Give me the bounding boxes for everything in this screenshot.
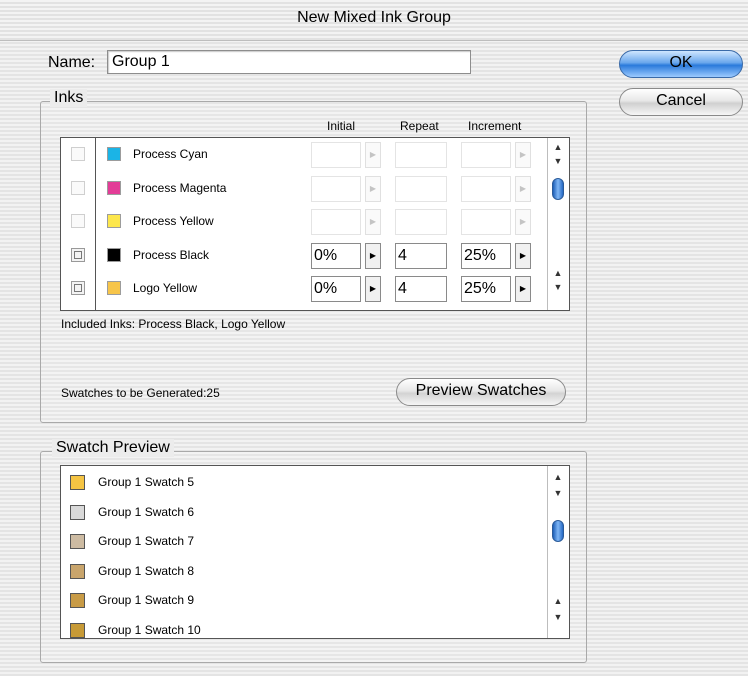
initial-stepper-icon[interactable]: ▶ — [365, 142, 381, 168]
increment-stepper-icon[interactable]: ▶ — [515, 209, 531, 235]
scroll-up-arrow-bottom-icon[interactable]: ▲ — [548, 266, 568, 280]
increment-stepper-icon[interactable]: ▶ — [515, 142, 531, 168]
initial-field[interactable] — [311, 209, 361, 235]
initial-stepper-icon[interactable]: ▶ — [365, 175, 381, 202]
initial-field[interactable] — [311, 175, 361, 202]
scroll-down-arrow-icon[interactable]: ▼ — [548, 154, 568, 168]
col-head-increment: Increment — [468, 119, 522, 133]
include-ink-toggle[interactable] — [71, 147, 85, 161]
include-ink-toggle[interactable] — [71, 247, 85, 262]
swatch-color-chip — [70, 622, 85, 638]
swatch-name: Group 1 Swatch 8 — [98, 563, 195, 578]
swatch-color-chip — [70, 563, 85, 579]
initial-stepper-icon[interactable]: ▶ — [365, 209, 381, 235]
repeat-field[interactable] — [395, 142, 447, 168]
scroll-down-arrow-bottom-icon[interactable]: ▼ — [548, 610, 568, 624]
ink-color-swatch — [107, 281, 121, 295]
swatch-preview-title: Swatch Preview — [52, 439, 174, 457]
ink-color-swatch — [107, 180, 121, 195]
ink-row[interactable]: Process Magenta ▶ ▶ — [61, 172, 547, 205]
swatch-name: Group 1 Swatch 6 — [98, 504, 195, 519]
scroll-thumb[interactable] — [552, 178, 564, 200]
name-input[interactable] — [107, 50, 471, 74]
ink-list: Process Cyan ▶ ▶ Process Magenta ▶ ▶ Process Y… — [60, 137, 570, 311]
increment-stepper-icon[interactable]: ▶ — [515, 276, 531, 302]
repeat-field[interactable] — [395, 175, 447, 202]
include-ink-toggle[interactable] — [71, 214, 85, 228]
ink-row[interactable]: Process Cyan ▶ ▶ — [61, 138, 547, 171]
scroll-up-arrow-bottom-icon[interactable]: ▲ — [548, 594, 568, 608]
include-ink-toggle[interactable] — [71, 180, 85, 195]
swatch-list-item[interactable]: Group 1 Swatch 9 — [61, 586, 547, 616]
increment-field[interactable] — [461, 175, 511, 202]
col-head-repeat: Repeat — [400, 119, 439, 133]
ink-name: Logo Yellow — [133, 281, 198, 295]
increment-field[interactable]: 25% — [461, 242, 511, 269]
scroll-up-arrow-icon[interactable]: ▲ — [548, 140, 568, 154]
swatch-list-item[interactable]: Group 1 Swatch 10 — [61, 616, 547, 639]
ink-color-swatch — [107, 147, 121, 161]
scroll-thumb[interactable] — [552, 520, 564, 542]
initial-field[interactable] — [311, 142, 361, 168]
ink-color-swatch — [107, 214, 121, 228]
preview-swatches-button[interactable]: Preview Swatches — [396, 378, 566, 406]
initial-field[interactable]: 0% — [311, 276, 361, 302]
ink-color-swatch — [107, 247, 121, 262]
swatch-list-item[interactable]: Group 1 Swatch 5 — [61, 468, 547, 498]
inks-group-title: Inks — [50, 89, 88, 107]
ink-name: Process Yellow — [133, 214, 214, 228]
swatch-color-chip — [70, 593, 85, 608]
preview-list-scrollbar[interactable]: ▲ ▼ ▲ ▼ — [547, 466, 568, 638]
swatch-color-chip — [70, 475, 85, 490]
scroll-down-arrow-icon[interactable]: ▼ — [548, 486, 568, 500]
initial-field[interactable]: 0% — [311, 242, 361, 269]
increment-field[interactable] — [461, 209, 511, 235]
cancel-button[interactable]: Cancel — [619, 88, 743, 116]
initial-stepper-icon[interactable]: ▶ — [365, 276, 381, 302]
increment-stepper-icon[interactable]: ▶ — [515, 242, 531, 269]
dialog-window: New Mixed Ink Group Name: OK Cancel Inks… — [0, 0, 748, 676]
swatch-color-chip — [70, 504, 85, 520]
initial-stepper-icon[interactable]: ▶ — [365, 242, 381, 269]
included-inks-text: Included Inks: Process Black, Logo Yello… — [61, 317, 286, 331]
swatch-list-item[interactable]: Group 1 Swatch 8 — [61, 557, 547, 587]
swatches-generated-text: Swatches to be Generated:25 — [61, 386, 220, 400]
title-bar[interactable]: New Mixed Ink Group — [0, 0, 748, 41]
increment-stepper-icon[interactable]: ▶ — [515, 175, 531, 202]
increment-field[interactable] — [461, 142, 511, 168]
scroll-down-arrow-bottom-icon[interactable]: ▼ — [548, 280, 568, 294]
include-ink-toggle[interactable] — [71, 281, 85, 295]
ink-row[interactable]: Process Yellow ▶ ▶ — [61, 205, 547, 238]
swatch-list-item[interactable]: Group 1 Swatch 7 — [61, 527, 547, 557]
ink-name: Process Cyan — [133, 147, 208, 161]
ink-row[interactable]: Process Black 0% ▶ 4 25% ▶ — [61, 239, 547, 272]
swatch-color-chip — [70, 534, 85, 549]
repeat-field[interactable] — [395, 209, 447, 235]
ink-list-scrollbar[interactable]: ▲ ▼ ▲ ▼ — [547, 138, 568, 310]
ink-name: Process Magenta — [133, 180, 227, 195]
swatch-list-item[interactable]: Group 1 Swatch 6 — [61, 498, 547, 528]
repeat-field[interactable]: 4 — [395, 276, 447, 302]
swatch-preview-list: Group 1 Swatch 5 Group 1 Swatch 6 Group 1 … — [60, 465, 570, 639]
increment-field[interactable]: 25% — [461, 276, 511, 302]
swatch-name: Group 1 Swatch 5 — [98, 475, 195, 489]
scroll-up-arrow-icon[interactable]: ▲ — [548, 470, 568, 484]
ink-name: Process Black — [133, 247, 210, 262]
swatch-name: Group 1 Swatch 10 — [98, 622, 201, 637]
swatch-name: Group 1 Swatch 7 — [98, 534, 195, 548]
ink-row[interactable]: Logo Yellow 0% ▶ 4 25% ▶ — [61, 272, 547, 305]
repeat-field[interactable]: 4 — [395, 242, 447, 269]
swatch-name: Group 1 Swatch 9 — [98, 593, 195, 607]
window-title: New Mixed Ink Group — [297, 9, 451, 26]
name-label: Name: — [48, 54, 96, 71]
ok-button[interactable]: OK — [619, 50, 743, 78]
col-head-initial: Initial — [327, 119, 356, 133]
